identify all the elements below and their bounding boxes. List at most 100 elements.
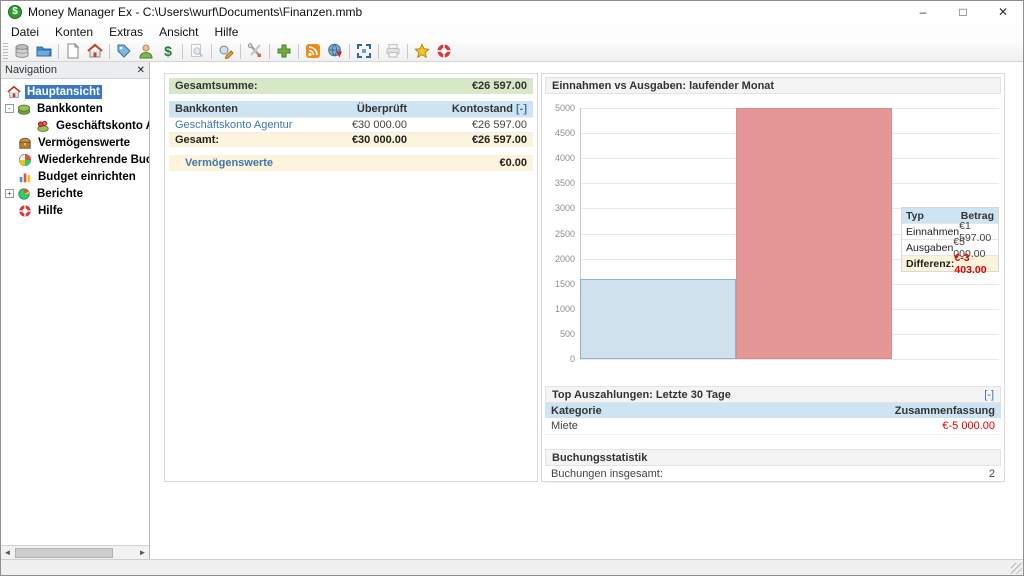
minimize-button[interactable]: – <box>903 1 943 23</box>
y-axis-tick-label: 2000 <box>545 254 575 264</box>
menu-item-datei[interactable]: Datei <box>3 25 47 39</box>
open-folder-icon[interactable] <box>33 42 55 60</box>
menu-bar: DateiKontenExtrasAnsichtHilfe <box>1 23 1023 41</box>
menu-item-extras[interactable]: Extras <box>101 25 151 39</box>
assets-link[interactable]: Vermögenswerte <box>185 157 273 169</box>
collapse-withdrawals-link[interactable]: [-] <box>984 389 994 401</box>
difference-label: Differenz: <box>906 258 954 270</box>
sidebar-item-vermögenswerte[interactable]: Vermögenswerte <box>1 134 149 151</box>
sidebar-item-label: Vermögenswerte <box>36 136 132 150</box>
window-title: Money Manager Ex - C:\Users\wurf\Documen… <box>28 5 362 19</box>
grand-total-value: €26 597.00 <box>472 80 527 92</box>
assets-icon <box>18 136 32 150</box>
transactions-total-label: Buchungen insgesamt: <box>551 468 663 480</box>
column-kontostand: Kontostand <box>452 103 513 115</box>
scroll-right-icon[interactable]: ► <box>136 548 149 557</box>
sidebar-item-bankkonten[interactable]: - Bankkonten <box>1 100 149 117</box>
sidebar-item-budget-einrichten[interactable]: Budget einrichten <box>1 168 149 185</box>
sidebar-item-label: Hauptansicht <box>25 85 102 99</box>
home-icon[interactable] <box>84 42 106 60</box>
sidebar-item-hilfe[interactable]: Hilfe <box>1 202 149 219</box>
expenses-label: Ausgaben <box>906 242 953 254</box>
svg-text:$: $ <box>164 43 172 59</box>
top-withdrawals-title: Top Auszahlungen: Letzte 30 Tage <box>552 389 731 401</box>
y-axis-tick-label: 2500 <box>545 229 575 239</box>
help-icon[interactable] <box>433 42 455 60</box>
y-axis-tick-label: 3500 <box>545 178 575 188</box>
fullscreen-icon[interactable] <box>353 42 375 60</box>
status-bar <box>1 559 1023 575</box>
chart-bar-ausgaben <box>736 108 892 359</box>
maximize-button[interactable]: □ <box>943 1 983 23</box>
toolbar-separator <box>298 44 299 59</box>
menu-item-hilfe[interactable]: Hilfe <box>206 25 246 39</box>
income-expenses-title: Einnahmen vs Ausgaben: laufender Monat <box>552 80 774 92</box>
transactions-total-value: 2 <box>989 468 995 480</box>
y-axis-tick-label: 5000 <box>545 103 575 113</box>
collapse-accounts-link[interactable]: [-] <box>516 103 527 115</box>
new-file-icon[interactable] <box>62 42 84 60</box>
toolbar: $ <box>1 41 1023 62</box>
sidebar-item-label: Bankkonten <box>35 102 105 116</box>
chart-bar-einnahmen <box>580 279 736 359</box>
home-icon <box>7 85 21 99</box>
app-window: $ Money Manager Ex - C:\Users\wurf\Docum… <box>0 0 1024 576</box>
add-icon[interactable] <box>273 42 295 60</box>
navigation-horizontal-scrollbar[interactable]: ◄ ► <box>1 545 149 559</box>
chart-gridline <box>580 359 999 360</box>
expand-expander-icon[interactable]: + <box>5 189 14 198</box>
database-icon[interactable] <box>11 42 33 60</box>
assets-value: €0.00 <box>499 157 527 169</box>
column-bankkonten: Bankkonten <box>175 103 297 115</box>
payee-icon[interactable] <box>135 42 157 60</box>
grand-total-row: Gesamtsumme: €26 597.00 <box>169 78 533 94</box>
toolbar-grip[interactable] <box>3 43 8 59</box>
assets-row: Vermögenswerte €0.00 <box>169 155 533 171</box>
rss-icon[interactable] <box>302 42 324 60</box>
scrollbar-thumb[interactable] <box>15 548 113 558</box>
account-link[interactable]: Geschäftskonto Agentur <box>175 119 292 131</box>
accounts-total-reconciled: €30 000.00 <box>297 134 407 146</box>
collapse-expander-icon[interactable]: - <box>5 104 14 113</box>
search-icon[interactable] <box>186 42 208 60</box>
scroll-left-icon[interactable]: ◄ <box>1 548 14 557</box>
y-axis-tick-label: 4500 <box>545 128 575 138</box>
menu-item-konten[interactable]: Konten <box>47 25 101 39</box>
resize-grip-icon[interactable] <box>1011 563 1022 574</box>
withdrawal-category: Miete <box>551 420 578 432</box>
sidebar-item-label: Budget einrichten <box>36 170 138 184</box>
column-ueberprueft: Überprüft <box>297 103 407 115</box>
navigation-close-icon[interactable]: ✕ <box>137 65 145 76</box>
help-icon <box>18 204 32 218</box>
sidebar-item-wiederkehrende-buchungen[interactable]: Wiederkehrende Buchungen <box>1 151 149 168</box>
sidebar-item-berichte[interactable]: +Berichte <box>1 185 149 202</box>
sidebar-item-label: Geschäftskonto Agentur <box>54 119 149 133</box>
tools-icon[interactable] <box>244 42 266 60</box>
currency-icon[interactable]: $ <box>157 42 179 60</box>
sidebar-item-geschäftskonto-agentur[interactable]: Geschäftskonto Agentur <box>1 117 149 134</box>
menu-item-ansicht[interactable]: Ansicht <box>151 25 206 39</box>
accounts-icon <box>17 102 31 116</box>
navigation-panel-header: Navigation ✕ <box>1 62 149 79</box>
bank-accounts-header-row: Bankkonten Überprüft Kontostand [-] <box>169 101 533 117</box>
toolbar-separator <box>211 44 212 59</box>
y-axis-tick-label: 1000 <box>545 304 575 314</box>
sidebar-item-hauptansicht[interactable]: Hauptansicht <box>1 83 149 100</box>
print-icon[interactable] <box>382 42 404 60</box>
withdrawal-row: Miete €-5 000.00 <box>545 418 1001 435</box>
tag-icon[interactable] <box>113 42 135 60</box>
toolbar-separator <box>407 44 408 59</box>
chart-area: 0500100015002000250030003500400045005000… <box>545 94 1001 386</box>
accounts-total-row: Gesamt: €30 000.00 €26 597.00 <box>169 132 533 147</box>
account-row: Geschäftskonto Agentur €30 000.00 €26 59… <box>169 117 533 132</box>
withdrawal-amount: €-5 000.00 <box>942 420 995 432</box>
edit-search-icon[interactable] <box>215 42 237 60</box>
close-button[interactable]: ✕ <box>983 1 1023 23</box>
withdrawals-columns-row: Kategorie Zusammenfassung <box>545 403 1001 418</box>
dashboard-content: Gesamtsumme: €26 597.00 Bankkonten Überp… <box>150 62 1023 559</box>
web-download-icon[interactable] <box>324 42 346 60</box>
column-typ: Typ <box>906 210 924 222</box>
accounts-total-balance: €26 597.00 <box>407 134 527 146</box>
reports-icon <box>17 187 31 201</box>
favorites-icon[interactable] <box>411 42 433 60</box>
